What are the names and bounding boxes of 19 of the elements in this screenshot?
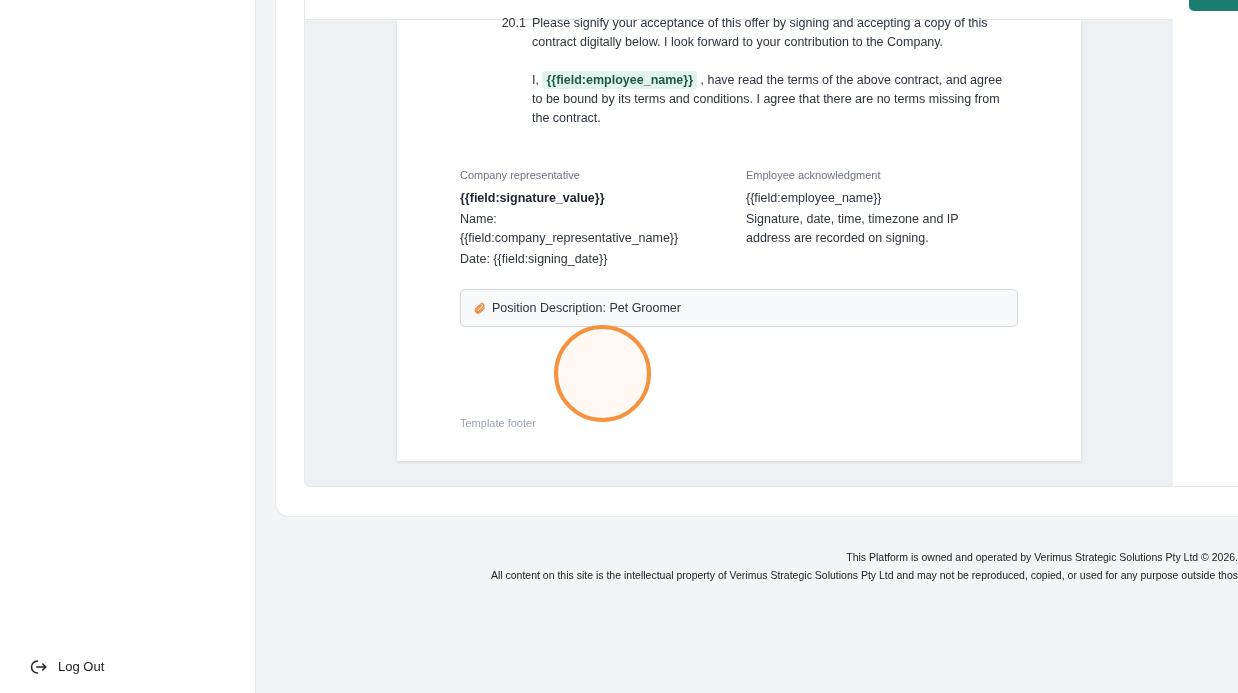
signature-heading: Employee acknowledgment (746, 168, 882, 183)
action-button[interactable] (1189, 0, 1238, 11)
signature-line: {{field:employee_name}} (746, 190, 883, 207)
footer-text: This Platform is owned and operated by Verimus Strategic Solutions Pty Ltd © 2026. (846, 550, 1238, 565)
logout-icon (30, 658, 48, 676)
attachment-label: Position Description: Pet Groomer (492, 299, 681, 317)
signature-line: Name: {{field:company_representative_name}} (460, 211, 680, 247)
attachment-chip[interactable]: Position Description: Pet Groomer (460, 289, 1018, 327)
clause-number: 20.1 (500, 15, 527, 32)
signature-line: Date: {{field:signing_date}} (460, 251, 609, 268)
signature-line: {{field:signature_value}} (460, 190, 606, 207)
logout-button[interactable]: Log Out (30, 655, 255, 679)
template-footer: Template footer (460, 414, 1018, 433)
footer-text: All content on this site is the intellectual property of Verimus Strategic Solutions Pty Ltd and may not be reproduced, copied, or used for any purpose outside thos (490, 568, 1238, 583)
paperclip-icon (473, 301, 486, 315)
signature-line: Signature, date, time, timezone and IP address are recorded on signing. (746, 211, 960, 247)
signature-heading: Company representative (460, 168, 581, 183)
clause-text: Please signify your acceptance of this offer by signing and accepting a copy of this contract digitally below. I look forward to your contribution to the Company. (532, 15, 989, 51)
acknowledgment-text: I, {{field:employee_name}} , have read the terms of the above contract, and agree to be bound by its terms and conditions. I agree that there are no terms missing from the contract. (532, 71, 1004, 127)
